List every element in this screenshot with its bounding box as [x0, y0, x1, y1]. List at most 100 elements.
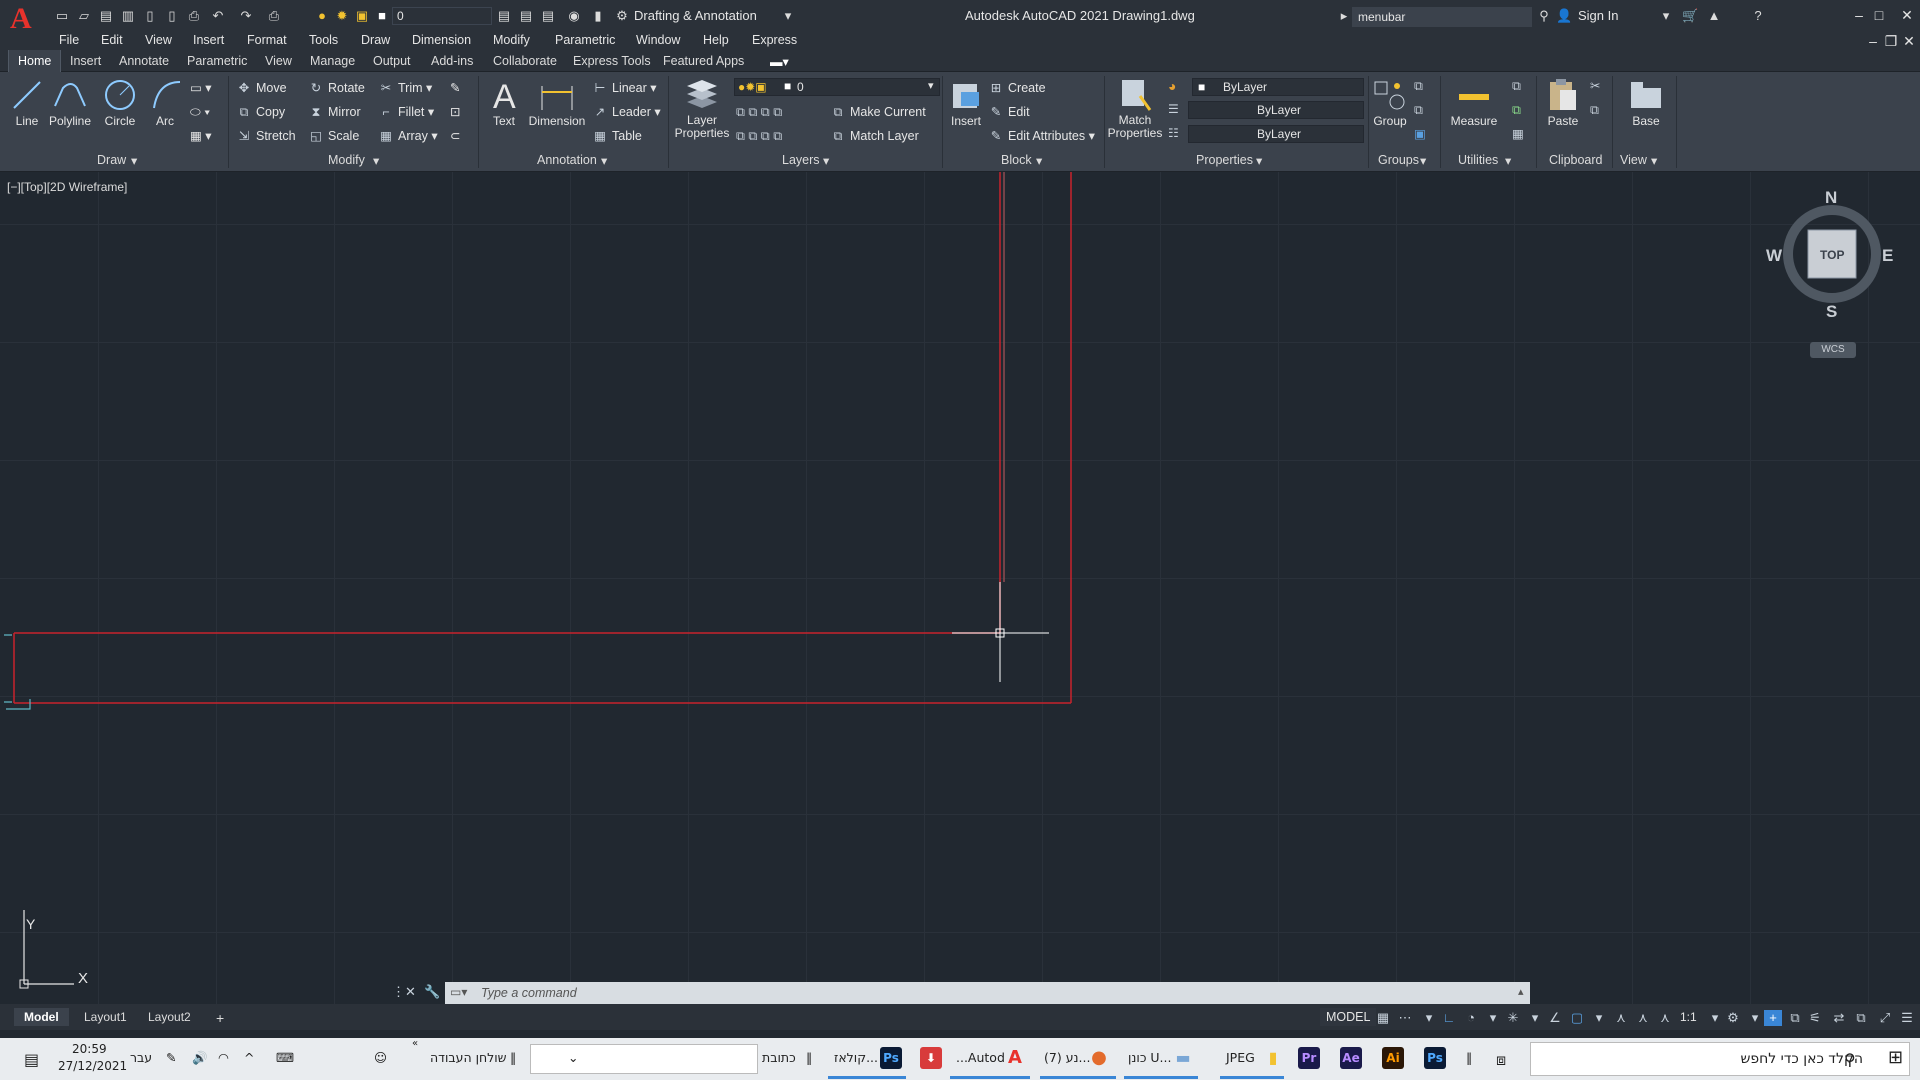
chevron-up-icon[interactable]: ▴	[1518, 985, 1524, 998]
fillet-button[interactable]: ⌐ Fillet ▾	[378, 104, 434, 120]
ribbon-options-icon[interactable]: ▬▾	[770, 54, 789, 69]
rotate-button[interactable]: ↻ Rotate	[308, 80, 365, 96]
wcs-menu-button[interactable]: WCS	[1810, 342, 1856, 358]
trim-button[interactable]: ✂ Trim ▾	[378, 80, 433, 96]
clock-date[interactable]: 27/12/2021	[58, 1059, 127, 1073]
explode-icon[interactable]: ⊡	[450, 104, 460, 120]
autodesk-a360-icon[interactable]: ▲	[1706, 8, 1722, 24]
ungroup-icon[interactable]: ⧉	[1414, 78, 1423, 94]
layer-lock-icon[interactable]: ▣	[354, 8, 370, 24]
layer-dropdown[interactable]: 0	[392, 7, 492, 25]
folder-icon[interactable]: ▮	[1262, 1047, 1284, 1069]
match-properties-button[interactable]: Match Properties	[1106, 76, 1164, 140]
menu-modify[interactable]: Modify	[493, 33, 530, 47]
chevron-down-icon[interactable]: ▾	[1706, 1010, 1724, 1026]
model-space-toggle[interactable]: MODEL	[1320, 1008, 1377, 1026]
chevron-down-icon[interactable]: ▾	[1484, 1010, 1502, 1026]
tab-view[interactable]: View	[265, 54, 292, 68]
tab-insert[interactable]: Insert	[70, 54, 101, 68]
customization-menu-icon[interactable]: ☰	[1898, 1010, 1916, 1026]
ellipse-icon[interactable]: ⬭ ▾	[190, 104, 210, 120]
tab-manage[interactable]: Manage	[310, 54, 355, 68]
move-button[interactable]: ✥ Move	[236, 80, 287, 96]
taskbar-app-label[interactable]: קולאז...	[834, 1050, 878, 1065]
layer-state-icon[interactable]: ▤	[540, 8, 556, 24]
circle-button[interactable]: Circle	[100, 76, 140, 128]
search-icon[interactable]: ⚲	[1536, 8, 1552, 24]
taskbar-app-label[interactable]: (7) נע...	[1044, 1050, 1090, 1065]
isodraft-icon[interactable]: ✳	[1504, 1010, 1522, 1026]
offset-icon[interactable]: ⊂	[450, 128, 460, 144]
fullscreen-icon[interactable]: ⤢	[1876, 1010, 1894, 1026]
doc-minimize-icon[interactable]: –	[1864, 32, 1882, 50]
table-button[interactable]: ▦ Table	[592, 128, 642, 144]
add-layout-icon[interactable]: +	[206, 1008, 234, 1028]
pen-icon[interactable]: ✎	[166, 1050, 176, 1065]
chevron-down-icon[interactable]: ⌄	[568, 1050, 578, 1065]
tab-parametric[interactable]: Parametric	[187, 54, 247, 68]
measure-button[interactable]: Measure	[1444, 76, 1504, 128]
desktop-toolbar[interactable]: שולחן העבודה	[430, 1050, 507, 1065]
copy-clip-icon[interactable]: ⧉	[1590, 102, 1599, 118]
command-input[interactable]: Type a command	[445, 982, 1530, 1004]
chevron-down-icon[interactable]: ▾	[1256, 153, 1262, 168]
panel-title-view[interactable]: View	[1620, 153, 1647, 167]
line-button[interactable]: Line	[8, 76, 46, 128]
annotation-scale-value[interactable]: 1:1	[1680, 1010, 1697, 1024]
layout-tab-model[interactable]: Model	[14, 1008, 69, 1026]
leader-button[interactable]: ↗ Leader ▾	[592, 104, 661, 120]
menu-draw[interactable]: Draw	[361, 33, 390, 47]
panel-title-groups[interactable]: Groups	[1378, 153, 1419, 167]
grid-icon[interactable]: ▦	[1374, 1010, 1392, 1026]
chevron-down-icon[interactable]: ▾	[1420, 1010, 1438, 1026]
chevron-down-icon[interactable]: ▾	[780, 8, 796, 24]
command-grip-icon[interactable]: ⋮✕	[392, 984, 416, 1000]
people-icon[interactable]: ☺	[374, 1050, 387, 1065]
workspace-gear-icon[interactable]: ⚙	[1724, 1010, 1742, 1026]
color-combo[interactable]: ByLayer	[1192, 78, 1364, 96]
annotation-monitor-icon[interactable]: +	[1764, 1010, 1782, 1026]
viewcube-south[interactable]: S	[1826, 302, 1837, 322]
panel-title-modify[interactable]: Modify	[328, 153, 365, 167]
save-as-icon[interactable]: ▥	[120, 8, 136, 24]
layer-on-icon[interactable]: ●	[314, 8, 330, 24]
rectangle-icon[interactable]: ▭ ▾	[190, 80, 212, 96]
taskbar-app-label[interactable]: JPEG	[1226, 1050, 1255, 1065]
expand-arrow-icon[interactable]: ▸	[1336, 8, 1352, 24]
menu-insert[interactable]: Insert	[193, 33, 224, 47]
redo-icon[interactable]: ↷	[238, 8, 254, 24]
panel-title-properties[interactable]: Properties	[1196, 153, 1253, 167]
cart-icon[interactable]: 🛒	[1682, 8, 1698, 24]
panel-title-clipboard[interactable]: Clipboard	[1549, 153, 1603, 167]
tab-collaborate[interactable]: Collaborate	[493, 54, 557, 68]
viewcube-east[interactable]: E	[1882, 246, 1893, 266]
snap-icon[interactable]: ⋯	[1396, 1010, 1414, 1026]
search-input[interactable]: menubar	[1352, 7, 1532, 27]
ortho-icon[interactable]: ∟	[1440, 1010, 1458, 1026]
tab-home[interactable]: Home	[8, 50, 62, 72]
viewcube-west[interactable]: W	[1766, 246, 1782, 266]
layer-previous-icon[interactable]: ▤	[518, 8, 534, 24]
gear-icon[interactable]: ⚙	[614, 8, 630, 24]
tab-output[interactable]: Output	[373, 54, 411, 68]
cut-icon[interactable]: ✂	[1590, 78, 1600, 94]
open-web-icon[interactable]: ▯	[142, 8, 158, 24]
viewcube-north[interactable]: N	[1825, 188, 1837, 208]
stretch-button[interactable]: ⇲ Stretch	[236, 128, 296, 144]
lineweight-combo[interactable]: ByLayer	[1188, 125, 1364, 143]
menu-edit[interactable]: Edit	[101, 33, 123, 47]
menu-express[interactable]: Express	[752, 33, 797, 47]
group-button[interactable]: Group	[1370, 76, 1410, 128]
browser-icon[interactable]: ●	[1088, 1047, 1110, 1069]
address-input[interactable]	[530, 1044, 758, 1074]
save-icon[interactable]: ▤	[98, 8, 114, 24]
tab-express-tools[interactable]: Express Tools	[573, 54, 651, 68]
photoshop-icon[interactable]: Ps	[1424, 1047, 1446, 1069]
layout-tab-layout1[interactable]: Layout1	[74, 1008, 137, 1026]
isolate-objects-icon[interactable]: ⧉	[1852, 1010, 1870, 1026]
chevron-down-icon[interactable]: ▾	[131, 153, 137, 168]
menu-tools[interactable]: Tools	[309, 33, 338, 47]
chevron-down-icon[interactable]: ▾	[1590, 1010, 1608, 1026]
scale-button[interactable]: ◱ Scale	[308, 128, 359, 144]
calculator-icon[interactable]: ▦	[1512, 126, 1524, 142]
